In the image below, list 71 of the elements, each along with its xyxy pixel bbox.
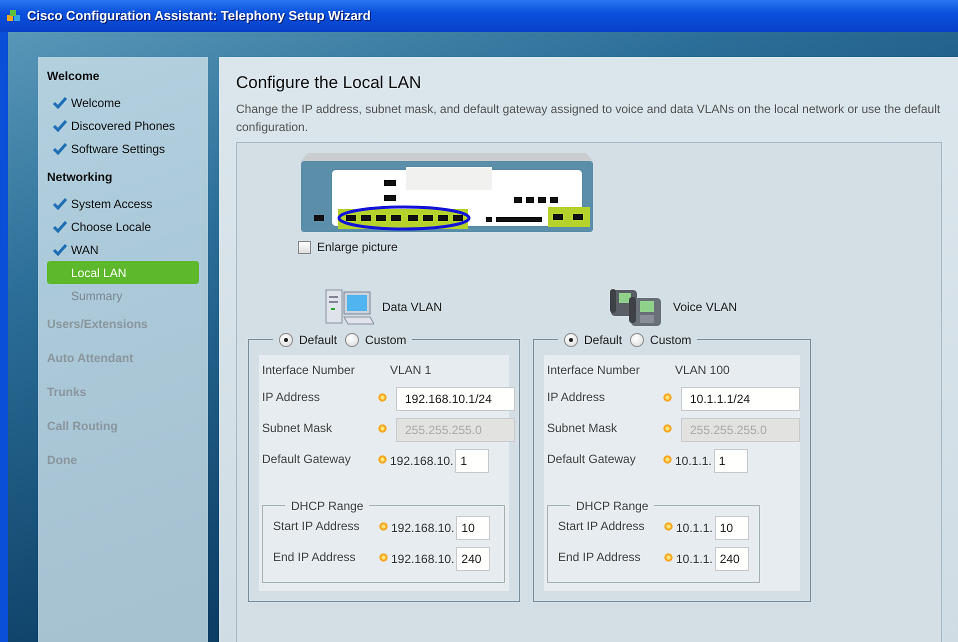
radio-label[interactable]: Custom xyxy=(650,334,692,346)
octet-field[interactable]: 240 xyxy=(714,546,749,571)
required-icon xyxy=(663,392,672,402)
ip-field: 255.255.255.0 xyxy=(681,418,800,442)
sidebar-item[interactable]: System Access xyxy=(71,194,152,212)
vlan-title: Voice VLAN xyxy=(673,298,738,316)
field-label: IP Address xyxy=(262,388,321,406)
radio-label[interactable]: Default xyxy=(584,334,622,346)
page-title: Configure the Local LAN xyxy=(236,73,422,94)
required-icon xyxy=(379,552,388,562)
field-label: End IP Address xyxy=(273,548,356,566)
required-icon xyxy=(379,522,388,531)
ip-prefix: 192.168.10. xyxy=(390,452,454,470)
window-title: Cisco Configuration Assistant: Telephony Setup Wizard xyxy=(27,7,371,26)
octet-field[interactable]: 1 xyxy=(455,448,490,473)
field-label: Start IP Address xyxy=(558,518,646,535)
field-value: VLAN 100 xyxy=(675,362,730,379)
app-icon xyxy=(6,9,22,23)
field-label: Subnet Mask xyxy=(547,420,618,437)
ip-field: 255.255.255.0 xyxy=(396,418,515,442)
field-label: IP Address xyxy=(547,388,606,406)
required-icon xyxy=(664,522,673,531)
required-icon xyxy=(378,454,387,464)
octet-field[interactable]: 240 xyxy=(456,546,490,571)
sidebar-item[interactable]: Welcome xyxy=(71,94,121,112)
sidebar-section-title: Done xyxy=(47,452,78,469)
octet-field[interactable]: 10 xyxy=(714,516,749,540)
ip-prefix: 10.1.1. xyxy=(675,452,712,470)
ip-field[interactable]: 192.168.10.1/24 xyxy=(396,386,515,411)
sidebar-section-title: Auto Attendant xyxy=(47,350,134,367)
group-title: DHCP Range xyxy=(575,500,650,512)
required-icon xyxy=(378,424,387,433)
radio-label[interactable]: Custom xyxy=(365,334,406,346)
field-label: Start IP Address xyxy=(273,518,360,535)
ip-field[interactable]: 10.1.1.1/24 xyxy=(681,386,800,411)
computer-icon xyxy=(324,286,374,327)
enlarge-picture-checkbox[interactable]: Enlarge picture xyxy=(298,238,398,256)
sidebar-section-title: Welcome xyxy=(47,68,100,85)
field-label: Subnet Mask xyxy=(262,420,334,437)
ip-prefix: 10.1.1. xyxy=(676,550,713,568)
ip-prefix: 192.168.10. xyxy=(391,550,454,568)
sidebar-item[interactable]: WAN xyxy=(71,240,99,258)
radio-button[interactable] xyxy=(564,332,578,347)
radio-button[interactable] xyxy=(345,332,360,347)
sidebar-item[interactable]: Choose Locale xyxy=(71,218,152,236)
field-label: End IP Address xyxy=(558,548,642,566)
group-title: DHCP Range xyxy=(290,500,364,512)
required-icon xyxy=(663,424,672,433)
radio-button[interactable] xyxy=(279,332,293,347)
octet-field[interactable]: 10 xyxy=(456,516,490,540)
sidebar-section-title: Users/Extensions xyxy=(47,316,149,333)
field-label: Interface Number xyxy=(547,362,641,379)
field-label: Default Gateway xyxy=(262,450,352,468)
field-value: VLAN 1 xyxy=(390,362,432,379)
field-label: Default Gateway xyxy=(547,450,637,468)
sidebar-item[interactable]: Discovered Phones xyxy=(71,116,176,134)
radio-button[interactable] xyxy=(630,332,644,347)
required-icon xyxy=(378,392,387,402)
sidebar-item[interactable]: Software Settings xyxy=(71,140,166,158)
radio-label[interactable]: Default xyxy=(299,334,338,346)
field-label: Interface Number xyxy=(262,362,356,379)
sidebar-section-title: Trunks xyxy=(47,384,88,401)
sidebar-section-title: Call Routing xyxy=(47,418,119,435)
required-icon xyxy=(663,454,672,464)
octet-field[interactable]: 1 xyxy=(714,448,748,473)
ip-prefix: 192.168.10. xyxy=(391,520,454,537)
required-icon xyxy=(664,552,673,562)
page-description: Change the IP address, subnet mask, and default gateway assigned to voice and data VLANs on the local network or use the default configuration. xyxy=(236,101,942,136)
ip-prefix: 10.1.1. xyxy=(676,520,713,537)
sidebar-section-title: Networking xyxy=(47,169,114,186)
vlan-title: Data VLAN xyxy=(382,298,442,316)
